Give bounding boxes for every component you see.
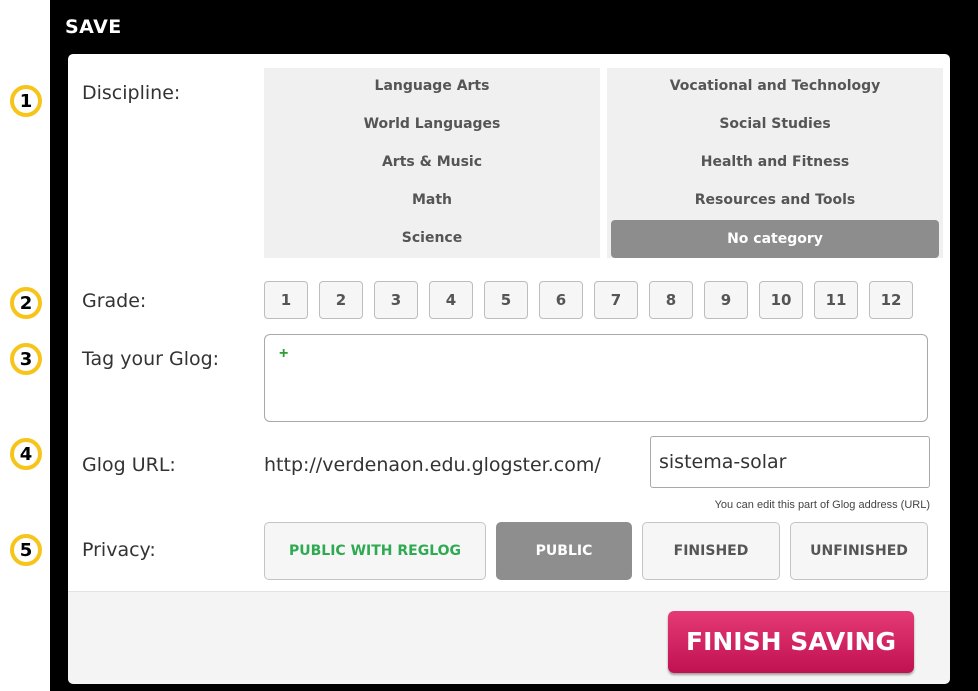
discipline-resources-tools[interactable]: Resources and Tools [607,192,943,208]
privacy-finished[interactable]: FINISHED [642,522,780,580]
discipline-vocational-technology[interactable]: Vocational and Technology [607,78,943,94]
grade-button-7[interactable]: 7 [594,281,638,319]
grade-button-9[interactable]: 9 [704,281,748,319]
discipline-language-arts[interactable]: Language Arts [264,78,600,94]
grade-button-3[interactable]: 3 [374,281,418,319]
step-badge-4: 4 [10,438,42,470]
discipline-no-category[interactable]: No category [611,220,939,258]
save-dialog: SAVE Discipline: Grade: Tag your Glog: G… [50,0,978,691]
step-badge-2: 2 [10,287,42,319]
privacy-public-with-reglog[interactable]: PUBLIC WITH REGLOG [264,522,486,580]
grade-label: Grade: [82,290,147,312]
discipline-label: Discipline: [82,82,181,104]
tag-label: Tag your Glog: [82,348,220,370]
grade-button-4[interactable]: 4 [429,281,473,319]
discipline-social-studies[interactable]: Social Studies [607,116,943,132]
step-badge-5: 5 [10,534,42,566]
add-tag-plus-icon[interactable]: + [279,345,288,363]
step-badge-1: 1 [10,85,42,117]
grade-button-5[interactable]: 5 [484,281,528,319]
glog-url-prefix: http://verdenaon.edu.glogster.com/ [264,454,601,476]
grade-button-11[interactable]: 11 [814,281,858,319]
discipline-column-right: Vocational and Technology Social Studies… [607,68,943,258]
dialog-footer: FINISH SAVING [68,591,950,684]
grade-button-8[interactable]: 8 [649,281,693,319]
save-form-panel: Discipline: Grade: Tag your Glog: Glog U… [68,54,950,684]
grade-button-1[interactable]: 1 [264,281,308,319]
finish-saving-button[interactable]: FINISH SAVING [668,611,914,673]
grade-button-12[interactable]: 12 [869,281,913,319]
grade-button-6[interactable]: 6 [539,281,583,319]
discipline-arts-music[interactable]: Arts & Music [264,154,600,170]
grade-button-10[interactable]: 10 [759,281,803,319]
privacy-unfinished[interactable]: UNFINISHED [790,522,928,580]
step-badge-3: 3 [10,343,42,375]
discipline-world-languages[interactable]: World Languages [264,116,600,132]
privacy-public[interactable]: PUBLIC [496,522,632,580]
discipline-health-fitness[interactable]: Health and Fitness [607,154,943,170]
url-edit-hint: You can edit this part of Glog address (… [714,499,930,511]
discipline-math[interactable]: Math [264,192,600,208]
url-label: Glog URL: [82,454,176,476]
tag-input-box[interactable]: + [264,334,928,422]
glog-url-slug-input[interactable] [650,436,930,488]
discipline-science[interactable]: Science [264,230,600,246]
grade-button-2[interactable]: 2 [319,281,363,319]
privacy-label: Privacy: [82,539,156,561]
discipline-column-left: Language Arts World Languages Arts & Mus… [264,68,600,258]
dialog-title: SAVE [65,16,122,38]
